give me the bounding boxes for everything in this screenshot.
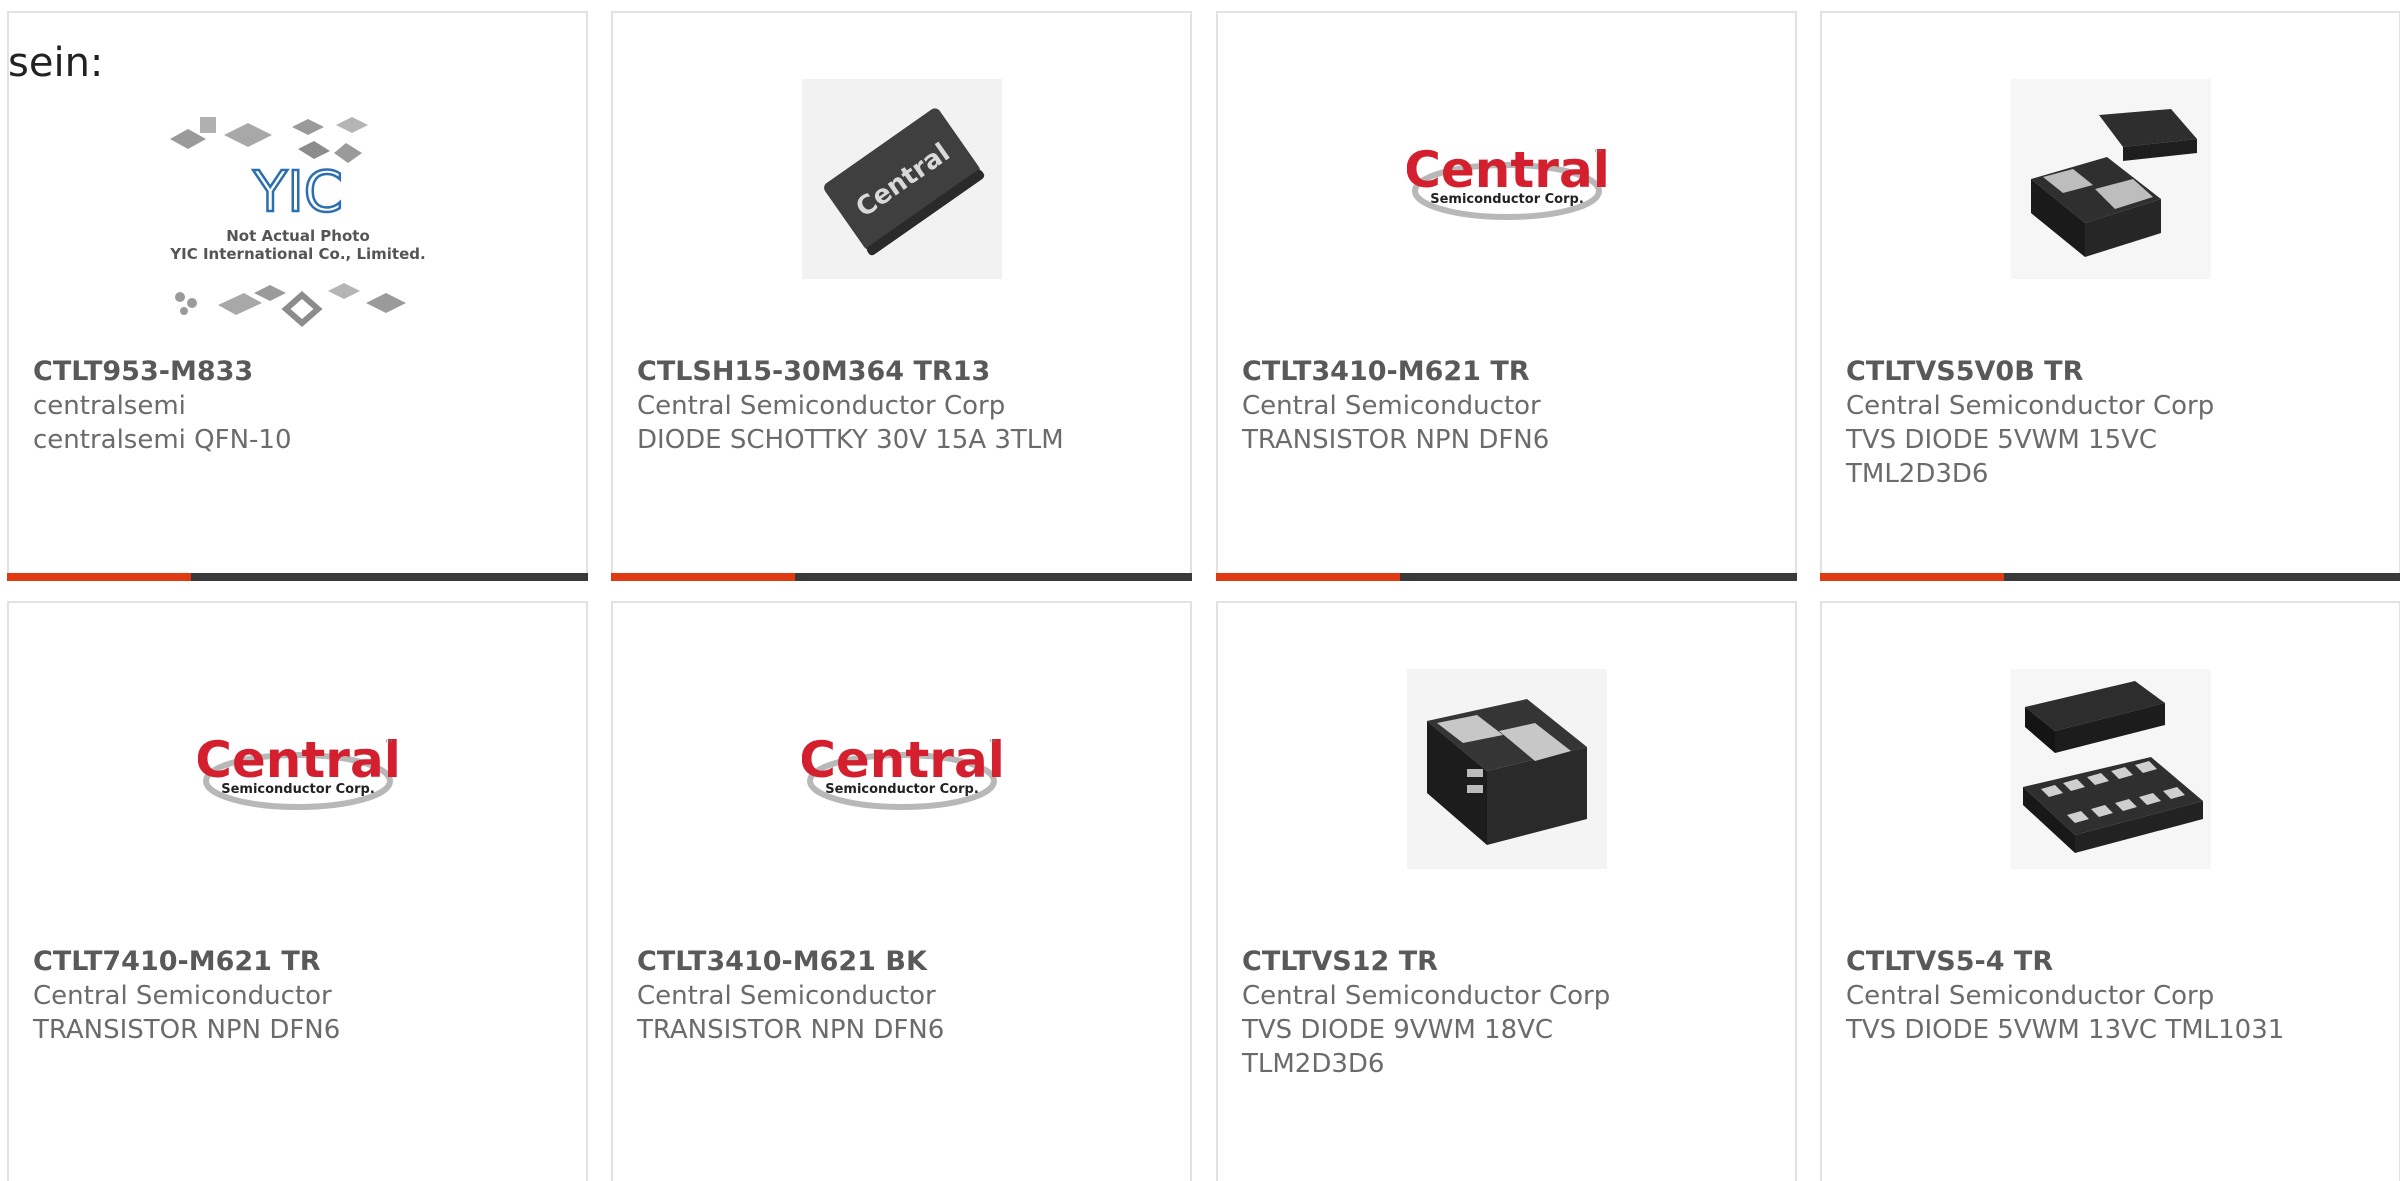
product-part-number[interactable]: CTLTVS5V0B TR xyxy=(1846,354,2375,389)
product-manufacturer: Central Semiconductor Corp xyxy=(1846,391,2215,421)
chip-image: Central xyxy=(801,79,1002,279)
product-card[interactable]: CTLTVS5V0B TR Central Semiconductor Corp… xyxy=(1820,11,2400,581)
product-image-placeholder: YIC Not Actual Photo YIC International C… xyxy=(158,99,438,339)
card-accent-bar xyxy=(611,573,1192,581)
product-info: CTLTVS5-4 TR Central Semiconductor Corp … xyxy=(1846,944,2375,1047)
yic-logo-icon: YIC xyxy=(252,160,343,225)
product-info: CTLT3410-M621 BK Central Semiconductor T… xyxy=(637,944,1166,1047)
chip-image xyxy=(1406,669,1607,869)
product-part-number[interactable]: CTLT953-M833 xyxy=(33,354,562,389)
product-part-number[interactable]: CTLT7410-M621 TR xyxy=(33,944,562,979)
product-card[interactable]: Central ™ Semiconductor Corp. CTLT7410-M… xyxy=(7,601,588,1181)
product-manufacturer: centralsemi xyxy=(33,391,186,421)
product-card[interactable]: Central ™ Semiconductor Corp. CTLT3410-M… xyxy=(611,601,1192,1181)
product-description: TVS DIODE 5VWM 15VC TML2D3D6 xyxy=(1846,425,2158,489)
product-manufacturer: Central Semiconductor Corp xyxy=(1846,981,2215,1011)
svg-text:Central: Central xyxy=(802,731,1002,789)
product-manufacturer: Central Semiconductor xyxy=(637,981,936,1011)
chip-image xyxy=(2010,669,2211,869)
svg-text:Central: Central xyxy=(1407,141,1607,199)
product-info: CTLTVS12 TR Central Semiconductor Corp T… xyxy=(1242,944,1771,1081)
product-description: TVS DIODE 9VWM 18VC TLM2D3D6 xyxy=(1242,1015,1554,1079)
product-description: centralsemi QFN-10 xyxy=(33,425,292,455)
product-part-number[interactable]: CTLTVS12 TR xyxy=(1242,944,1771,979)
product-description: DIODE SCHOTTKY 30V 15A 3TLM xyxy=(637,425,1064,455)
product-info: CTLT3410-M621 TR Central Semiconductor T… xyxy=(1242,354,1771,457)
card-accent-bar xyxy=(1820,573,2400,581)
svg-text:Not Actual Photo: Not Actual Photo xyxy=(226,227,370,245)
product-info: CTLTVS5V0B TR Central Semiconductor Corp… xyxy=(1846,354,2375,491)
product-info: CTLT7410-M621 TR Central Semiconductor T… xyxy=(33,944,562,1047)
svg-text:Semiconductor Corp.: Semiconductor Corp. xyxy=(1430,192,1584,207)
svg-text:Semiconductor Corp.: Semiconductor Corp. xyxy=(221,782,375,797)
product-card[interactable]: Central ™ Semiconductor Corp. CTLT3410-M… xyxy=(1216,11,1797,581)
product-info: CTLSH15-30M364 TR13 Central Semiconducto… xyxy=(637,354,1166,457)
svg-text:™: ™ xyxy=(1593,149,1603,160)
product-card[interactable]: CTLTVS12 TR Central Semiconductor Corp T… xyxy=(1216,601,1797,1181)
svg-text:Central: Central xyxy=(198,731,398,789)
product-manufacturer: Central Semiconductor xyxy=(1242,391,1541,421)
intro-text: sein: xyxy=(8,40,104,86)
chip-image xyxy=(2010,79,2211,279)
card-accent-bar xyxy=(7,573,588,581)
product-manufacturer: Central Semiconductor Corp xyxy=(1242,981,1611,1011)
product-info: CTLT953-M833 centralsemi centralsemi QFN… xyxy=(33,354,562,457)
svg-text:™: ™ xyxy=(988,739,998,750)
central-logo-icon: Central ™ Semiconductor Corp. xyxy=(802,669,1002,869)
product-part-number[interactable]: CTLT3410-M621 TR xyxy=(1242,354,1771,389)
card-accent-bar xyxy=(1216,573,1797,581)
svg-text:YIC International Co., Limited: YIC International Co., Limited. xyxy=(169,245,425,263)
product-part-number[interactable]: CTLT3410-M621 BK xyxy=(637,944,1166,979)
svg-text:™: ™ xyxy=(384,739,394,750)
central-logo-icon: Central ™ Semiconductor Corp. xyxy=(1407,79,1607,279)
svg-text:Semiconductor Corp.: Semiconductor Corp. xyxy=(825,782,979,797)
product-description: TVS DIODE 5VWM 13VC TML1031 xyxy=(1846,1015,2285,1045)
product-part-number[interactable]: CTLSH15-30M364 TR13 xyxy=(637,354,1166,389)
product-card[interactable]: CTLTVS5-4 TR Central Semiconductor Corp … xyxy=(1820,601,2400,1181)
product-card[interactable]: Central CTLSH15-30M364 TR13 Central Semi… xyxy=(611,11,1192,581)
product-description: TRANSISTOR NPN DFN6 xyxy=(637,1015,945,1045)
central-logo-icon: Central ™ Semiconductor Corp. xyxy=(198,669,398,869)
product-part-number[interactable]: CTLTVS5-4 TR xyxy=(1846,944,2375,979)
product-card[interactable]: YIC Not Actual Photo YIC International C… xyxy=(7,11,588,581)
product-manufacturer: Central Semiconductor xyxy=(33,981,332,1011)
product-manufacturer: Central Semiconductor Corp xyxy=(637,391,1006,421)
product-description: TRANSISTOR NPN DFN6 xyxy=(1242,425,1550,455)
product-description: TRANSISTOR NPN DFN6 xyxy=(33,1015,341,1045)
